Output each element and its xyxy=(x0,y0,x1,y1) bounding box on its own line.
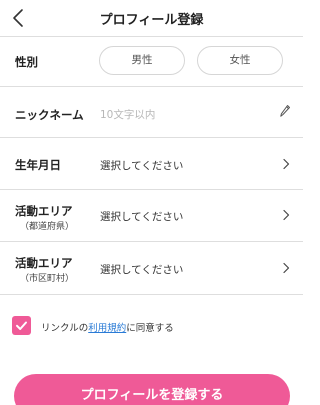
area-city-select[interactable]: 選択してください xyxy=(100,262,183,277)
gender-male-button[interactable]: 男性 xyxy=(99,46,185,75)
nickname-label: ニックネーム xyxy=(15,108,84,122)
divider xyxy=(0,36,303,37)
agreement-prefix: リンクルの xyxy=(41,323,89,334)
agreement-text: リンクルの利用規約に同意する xyxy=(41,320,174,334)
gender-label: 性別 xyxy=(15,55,38,69)
area-prefecture-sublabel: （都道府県） xyxy=(20,222,75,232)
divider xyxy=(0,86,303,87)
terms-link[interactable]: 利用規約 xyxy=(88,323,126,334)
area-city-label: 活動エリア xyxy=(15,256,73,270)
chevron-right-icon xyxy=(283,158,290,170)
agree-checkbox[interactable] xyxy=(12,316,31,335)
area-prefecture-select[interactable]: 選択してください xyxy=(100,209,183,224)
birthdate-select[interactable]: 選択してください xyxy=(100,158,183,173)
divider xyxy=(0,294,303,295)
chevron-right-icon xyxy=(283,262,290,274)
register-profile-button[interactable]: プロフィールを登録する xyxy=(14,374,290,405)
chevron-right-icon xyxy=(283,209,290,221)
agreement-suffix: に同意する xyxy=(126,323,174,334)
birthdate-label: 生年月日 xyxy=(15,158,61,172)
area-prefecture-label: 活動エリア xyxy=(15,204,73,218)
header: プロフィール登録 xyxy=(0,0,303,36)
nickname-input[interactable] xyxy=(100,107,270,123)
area-city-sublabel: （市区町村） xyxy=(20,274,75,284)
page-title: プロフィール登録 xyxy=(99,13,204,28)
gender-female-button[interactable]: 女性 xyxy=(197,46,283,75)
pencil-icon[interactable] xyxy=(279,104,291,118)
checkmark-icon xyxy=(16,321,27,330)
